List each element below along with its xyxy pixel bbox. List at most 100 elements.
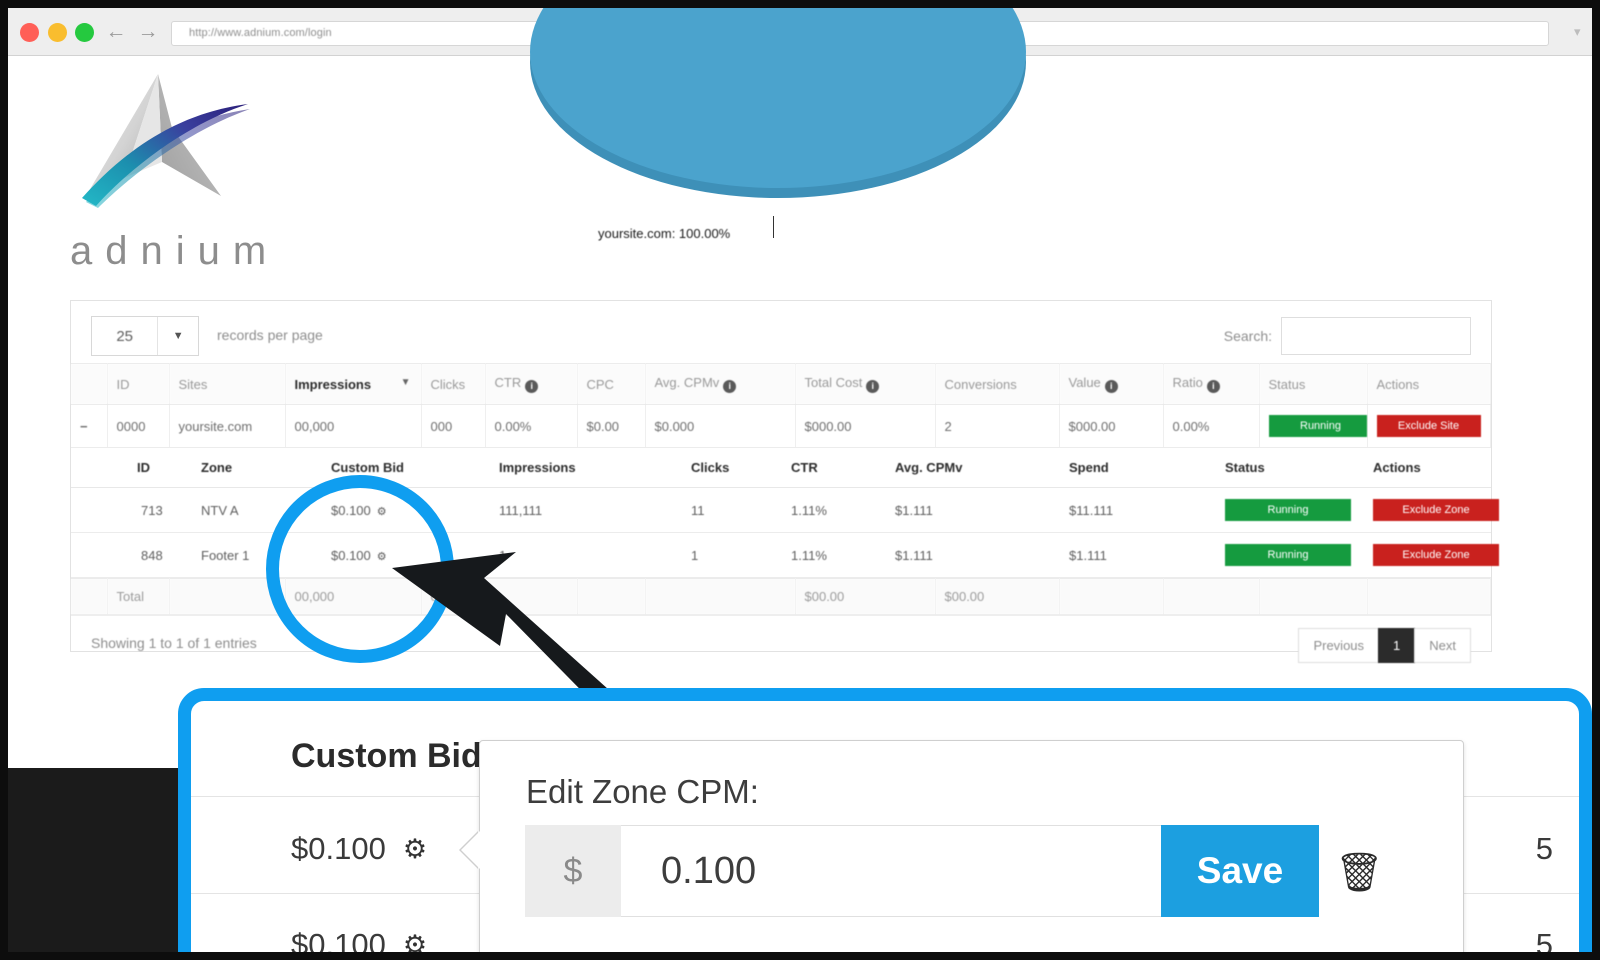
col-cpc-label: CPC — [586, 376, 614, 392]
col-cpc[interactable]: CPC — [577, 363, 646, 405]
col-impressions-label: Impressions — [294, 376, 372, 392]
expander-column-header — [71, 363, 108, 405]
col-id[interactable]: ID — [107, 363, 170, 405]
col-sites-label: Sites — [178, 376, 208, 392]
gear-icon[interactable]: ⚙ — [403, 834, 427, 865]
cell-conversions: 2 — [935, 404, 1060, 448]
pagination-page-1[interactable]: 1 — [1378, 628, 1416, 663]
zcell-status: Running — [1223, 532, 1371, 578]
zcol-id[interactable]: ID — [71, 448, 199, 488]
cpm-value-input[interactable]: 0.100 — [621, 825, 1161, 917]
search-label: Search: — [1223, 328, 1272, 344]
cell-total-cost: $000.00 — [795, 404, 936, 448]
col-impressions[interactable]: Impressions ▼ — [285, 363, 422, 405]
status-badge: Running — [1225, 544, 1351, 566]
total-actions — [1367, 578, 1491, 615]
info-icon[interactable]: i — [866, 380, 880, 393]
window-minimize-button[interactable] — [48, 23, 67, 42]
cell-ctr: 0.00% — [485, 404, 578, 448]
info-icon[interactable]: i — [1206, 380, 1220, 393]
col-total-cost-label: Total Cost — [804, 375, 863, 390]
table-row[interactable]: − 0000 yoursite.com 00,000 000 0.00% $0.… — [71, 404, 1491, 448]
save-button[interactable]: Save — [1161, 825, 1319, 917]
col-conversions-label: Conversions — [944, 376, 1017, 392]
col-id-label: ID — [116, 376, 130, 392]
col-ctr-label: CTR — [494, 375, 522, 390]
cell-clicks: 000 — [421, 404, 486, 448]
window-maximize-button[interactable] — [75, 23, 94, 42]
zcol-avg-cpmv[interactable]: Avg. CPMv — [893, 448, 1067, 488]
popover-pointer — [461, 831, 480, 869]
col-avg-cpmv-label: Avg. CPMv — [654, 375, 720, 390]
url-text: http://www.adnium.com/login — [189, 27, 332, 39]
col-sites[interactable]: Sites — [169, 363, 286, 405]
cell-value: $000.00 — [1059, 404, 1164, 448]
adnium-wordmark: adnium — [70, 229, 280, 273]
showing-entries-text: Showing 1 to 1 of 1 entries — [91, 635, 257, 651]
zcell-avg-cpmv: $1.111 — [893, 487, 1067, 533]
row-expander-toggle[interactable]: − — [71, 404, 108, 448]
impressions-pie-chart — [528, 8, 1028, 204]
screenshot-frame: ← → http://www.adnium.com/login ▾ adnium… — [0, 0, 1600, 960]
chevron-down-icon: ▼ — [157, 317, 198, 355]
callout-right-value-1: 5 — [1535, 831, 1553, 866]
exclude-zone-button[interactable]: Exclude Zone — [1373, 499, 1499, 521]
search-control: Search: — [1224, 317, 1471, 355]
window-close-button[interactable] — [20, 23, 39, 42]
zcell-clicks: 11 — [689, 487, 789, 533]
callout-bid-value: $0.100 — [291, 927, 386, 952]
col-avg-cpmv[interactable]: Avg. CPMv i — [645, 363, 796, 405]
col-actions: Actions — [1367, 363, 1491, 405]
zcell-status: Running — [1223, 487, 1371, 533]
col-total-cost[interactable]: Total Cost i — [795, 363, 936, 405]
zcol-zone[interactable]: Zone — [199, 448, 329, 488]
zcol-spend[interactable]: Spend — [1067, 448, 1223, 488]
zcol-actions: Actions — [1371, 448, 1491, 488]
col-ctr[interactable]: CTR i — [485, 363, 578, 405]
pagination-next[interactable]: Next — [1414, 628, 1471, 663]
forward-arrow-icon[interactable]: → — [136, 20, 160, 44]
zcol-clicks[interactable]: Clicks — [689, 448, 789, 488]
sort-descending-icon: ▼ — [400, 376, 411, 388]
col-clicks-label: Clicks — [430, 376, 466, 392]
status-badge: Running — [1225, 499, 1351, 521]
bookmark-icon[interactable]: ▾ — [1574, 24, 1588, 42]
info-icon[interactable]: i — [525, 380, 539, 393]
total-cost: $00.00 — [795, 578, 936, 615]
info-icon[interactable]: i — [723, 380, 737, 393]
adnium-logo: adnium — [66, 66, 286, 281]
col-clicks[interactable]: Clicks — [421, 363, 486, 405]
info-icon[interactable]: i — [1104, 380, 1118, 393]
col-ratio-label: Ratio — [1172, 375, 1203, 390]
col-value[interactable]: Value i — [1059, 363, 1164, 405]
col-ratio[interactable]: Ratio i — [1163, 363, 1260, 405]
exclude-zone-button[interactable]: Exclude Zone — [1373, 544, 1499, 566]
callout-bid-value: $0.100 — [291, 831, 386, 866]
table-controls: 25 ▼ records per page Search: — [71, 301, 1491, 363]
records-per-page-label: records per page — [217, 327, 323, 343]
currency-prefix: $ — [525, 825, 621, 917]
pagination: Previous 1 Next — [1298, 628, 1471, 663]
zcell-ctr: 1.11% — [789, 532, 893, 578]
zcell-id: 713 — [71, 487, 199, 533]
pie-label-leader-line — [773, 216, 774, 238]
search-input[interactable] — [1281, 317, 1471, 355]
cell-impressions: 00,000 — [285, 404, 422, 448]
col-conversions[interactable]: Conversions — [935, 363, 1060, 405]
callout-bid-row-2: $0.100 ⚙ — [291, 927, 427, 952]
pie-slice-label: yoursite.com: 100.00% — [598, 226, 731, 241]
sites-table-header-row: ID Sites Impressions ▼ Clicks CTR i CPC Av… — [71, 363, 1491, 405]
zcol-ctr[interactable]: CTR — [789, 448, 893, 488]
gear-icon[interactable]: ⚙ — [403, 930, 427, 953]
col-actions-label: Actions — [1376, 376, 1420, 392]
pagination-previous[interactable]: Previous — [1298, 628, 1380, 663]
cell-cpc: $0.00 — [577, 404, 646, 448]
exclude-site-button[interactable]: Exclude Site — [1376, 415, 1481, 437]
col-status: Status — [1259, 363, 1368, 405]
back-arrow-icon[interactable]: ← — [104, 20, 128, 44]
total-ratio — [1163, 578, 1260, 615]
zcol-impressions[interactable]: Impressions — [497, 448, 689, 488]
records-per-page-select[interactable]: 25 ▼ — [91, 316, 199, 356]
trash-icon[interactable]: 🗑 — [1335, 851, 1383, 895]
zcell-spend: $1.111 — [1067, 532, 1223, 578]
